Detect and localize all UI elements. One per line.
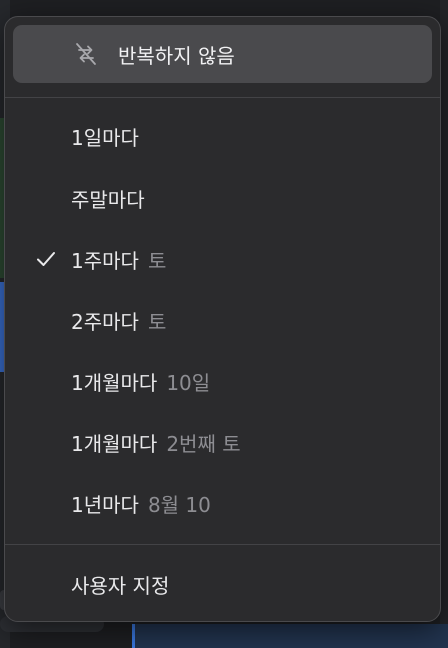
- menu-item-custom[interactable]: 사용자 지정: [5, 559, 440, 609]
- menu-item-label: 1일마다: [71, 125, 139, 150]
- repeat-off-icon: [76, 43, 96, 65]
- menu-item-text: 사용자 지정: [71, 570, 169, 599]
- menu-item-text: 2주마다 토: [71, 306, 166, 335]
- menu-item-text: 1년마다 8월 10: [71, 489, 211, 518]
- menu-divider: [5, 97, 440, 98]
- menu-item-detail: 토: [147, 248, 167, 273]
- menu-item-label: 1개월마다: [71, 370, 158, 395]
- background-right-panel: [440, 0, 448, 648]
- menu-item-label: 1주마다: [71, 248, 139, 273]
- menu-item-text: 주말마다: [71, 184, 145, 213]
- menu-item-monthly-weekday[interactable]: 1개월마다 2번째 토: [5, 417, 440, 467]
- menu-item-label: 2주마다: [71, 309, 139, 334]
- menu-item-detail: 8월 10: [147, 492, 211, 517]
- menu-item-text: 1일마다: [71, 122, 139, 151]
- menu-item-biweekly[interactable]: 2주마다 토: [5, 295, 440, 345]
- menu-item-label: 주말마다: [71, 187, 145, 212]
- repeat-menu: 반복하지 않음 1일마다 주말마다 1주마다 토 2주마다 토 1개월마다 10일 1…: [4, 16, 441, 622]
- menu-item-label: 1년마다: [71, 492, 139, 517]
- menu-item-detail: 2번째 토: [166, 431, 241, 456]
- menu-item-weekends[interactable]: 주말마다: [5, 173, 440, 223]
- no-repeat-label: 반복하지 않음: [118, 43, 235, 68]
- menu-item-label: 사용자 지정: [71, 573, 170, 598]
- menu-item-weekly[interactable]: 1주마다 토: [5, 234, 440, 284]
- menu-item-text: 1개월마다 2번째 토: [71, 428, 241, 457]
- background-selected-event: [132, 624, 448, 648]
- menu-item-yearly[interactable]: 1년마다 8월 10: [5, 478, 440, 528]
- menu-item-text: 1주마다 토: [71, 245, 166, 274]
- menu-item-text: 1개월마다 10일: [71, 367, 210, 396]
- checkmark-icon: [37, 252, 55, 266]
- menu-item-daily[interactable]: 1일마다: [5, 111, 440, 161]
- menu-divider: [5, 544, 440, 545]
- menu-item-label: 1개월마다: [71, 431, 158, 456]
- menu-item-monthly-date[interactable]: 1개월마다 10일: [5, 356, 440, 406]
- menu-item-detail: 10일: [166, 370, 211, 395]
- menu-item-detail: 토: [147, 309, 167, 334]
